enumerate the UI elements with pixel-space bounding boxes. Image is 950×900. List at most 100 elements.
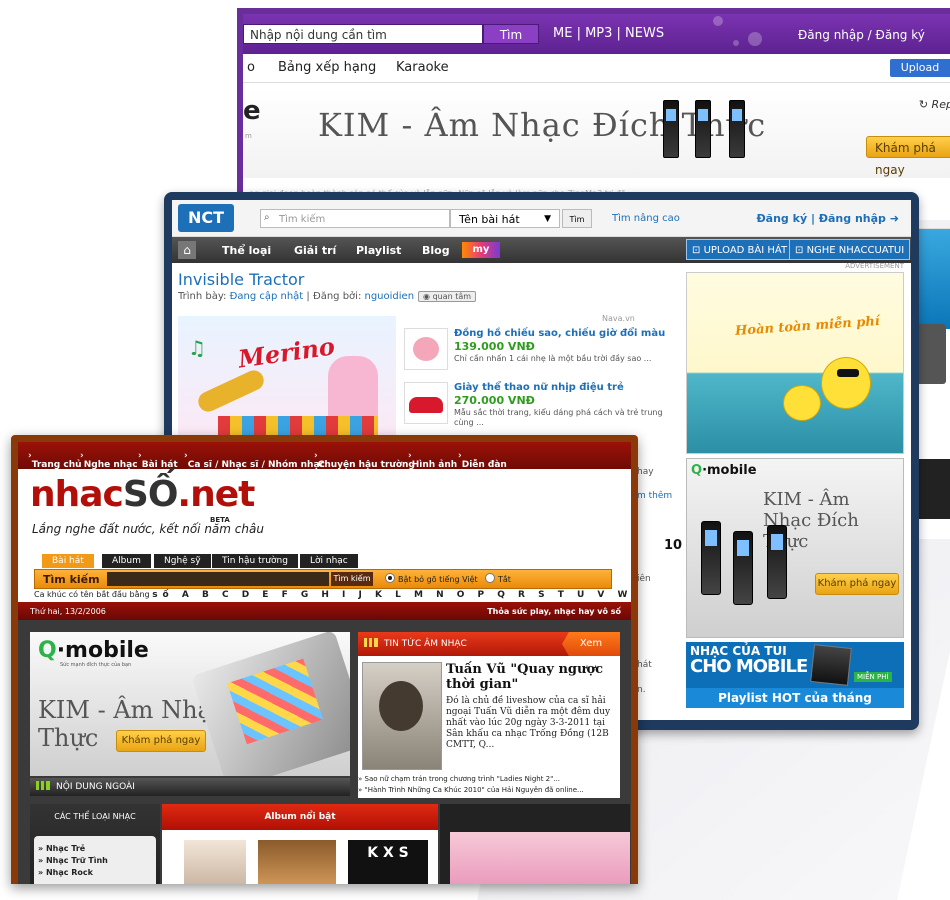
partial-link[interactable]: m thêm bbox=[637, 491, 672, 501]
product-price: 270.000 VNĐ bbox=[454, 394, 535, 407]
topnav-bai-hat[interactable]: › Bài hát bbox=[138, 451, 178, 470]
album-cover[interactable] bbox=[184, 840, 246, 884]
nct-login-link[interactable]: Đăng ký | Đăng nhập ➜ bbox=[756, 212, 899, 225]
zing-menu: o Bảng xếp hạng Karaoke Upload bbox=[243, 54, 950, 83]
nhacso-search-input[interactable] bbox=[107, 572, 329, 586]
news-more-button[interactable]: Xem bbox=[562, 632, 620, 656]
merino-ad[interactable]: ♫ Merino bbox=[178, 316, 396, 446]
product-title[interactable]: Giày thể thao nữ nhịp điệu trẻ bbox=[454, 382, 624, 393]
upload-label: UPLOAD BÀI HÁT bbox=[703, 245, 788, 256]
performer-link[interactable]: Đang cập nhật bbox=[230, 291, 304, 302]
category-item[interactable]: » Nhạc Trữ Tình bbox=[38, 856, 108, 865]
tab-loi-nhac[interactable]: Lời nhạc bbox=[300, 554, 358, 568]
zing-service-nav[interactable]: ME | MP3 | NEWS bbox=[553, 26, 664, 41]
topnav-ca-si[interactable]: › Ca sĩ / Nhạc sĩ / Nhóm nhạc bbox=[184, 451, 325, 470]
nav-playlist[interactable]: Playlist bbox=[356, 244, 401, 257]
tab-tin-hau-truong[interactable]: Tin hậu trường bbox=[212, 554, 298, 568]
zing-menu-partial[interactable]: o bbox=[247, 60, 255, 75]
tab-bai-hat[interactable]: Bài hát bbox=[42, 554, 94, 568]
upload-song-button[interactable]: ⊡ UPLOAD BÀI HÁT bbox=[686, 239, 794, 260]
phone-image bbox=[733, 531, 753, 605]
tab-album[interactable]: Album bbox=[102, 554, 151, 568]
radio-vietnamese-off[interactable]: Tắt bbox=[485, 573, 511, 584]
follow-button[interactable]: ◉ quan tâm bbox=[418, 291, 477, 302]
featured-albums-header: Album nổi bật bbox=[162, 804, 438, 830]
free-ad[interactable]: Hoàn toàn miễn phí bbox=[686, 272, 904, 454]
nhacso-body: Q·mobile Sức mạnh đích thực của bạn KIM … bbox=[18, 620, 631, 884]
listen-nct-button[interactable]: ⊡ NGHE NHACCUATUI bbox=[789, 239, 911, 260]
search-icon: ⌕ bbox=[264, 212, 270, 223]
menu-karaoke[interactable]: Karaoke bbox=[396, 60, 449, 75]
news-link[interactable]: » "Hành Trình Những Ca Khúc 2010" của Hả… bbox=[358, 786, 620, 794]
zing-search-input[interactable]: Nhập nội dung cần tìm bbox=[243, 24, 483, 44]
nct-mobile-line2: CHO MOBILE bbox=[690, 656, 808, 677]
merino-brand: Merino bbox=[236, 331, 337, 374]
zing-upload-button[interactable]: Upload bbox=[890, 59, 950, 77]
phone-image bbox=[695, 100, 711, 158]
product-thumbnail[interactable] bbox=[404, 382, 448, 424]
news-title[interactable]: Tuấn Vũ "Quay ngược thời gian" bbox=[446, 662, 618, 692]
nct-logo[interactable]: NCT bbox=[178, 204, 234, 232]
nav-blog[interactable]: Blog bbox=[422, 244, 450, 257]
nhacso-window: › Trang chủ › Nghe nhạc › Bài hát › Ca s… bbox=[11, 435, 638, 884]
zing-header: Nhập nội dung cần tìm Tìm ME | MP3 | NEW… bbox=[243, 14, 950, 54]
qmobile-banner[interactable]: Q·mobile Sức mạnh đích thực của bạn KIM … bbox=[30, 632, 350, 776]
nct-search-input[interactable]: Tìm kiếm bbox=[260, 209, 450, 228]
advanced-search-link[interactable]: Tìm nâng cao bbox=[612, 213, 680, 224]
phone-ad bbox=[916, 324, 946, 384]
qmobile-cta-button[interactable]: Khám phá ngay bbox=[815, 573, 899, 595]
artist-photo[interactable] bbox=[450, 832, 630, 884]
bubble-decoration bbox=[713, 16, 723, 26]
radio-vietnamese-on[interactable]: Bật bỏ gõ tiếng Việt bbox=[385, 573, 478, 584]
album-cover[interactable] bbox=[258, 840, 336, 884]
nav-my-button[interactable]: my bbox=[462, 242, 500, 258]
zing-login-link[interactable]: Đăng nhập / Đăng ký bbox=[798, 28, 925, 42]
partial-number: 10 bbox=[664, 538, 683, 553]
news-photo[interactable] bbox=[362, 662, 442, 770]
tab-nghe-sy[interactable]: Nghệ sỹ bbox=[154, 554, 211, 568]
uploader-link[interactable]: nguoidien bbox=[365, 291, 415, 302]
topnav-nghe-nhac[interactable]: › Nghe nhạc bbox=[80, 451, 138, 470]
nhacso-search-button[interactable]: Tìm kiếm bbox=[331, 572, 373, 586]
music-categories: CÁC THỂ LOẠI NHẠC » Nhạc Trẻ » Nhạc Trữ … bbox=[30, 804, 160, 884]
equalizer-icon bbox=[36, 781, 50, 790]
topnav-dien-dan[interactable]: › Diễn đàn bbox=[458, 451, 507, 470]
zing-kim-banner[interactable]: e m KIM - Âm Nhạc Đích Thực ↻ Repl Khám … bbox=[243, 88, 950, 178]
guitar-image bbox=[195, 367, 267, 415]
qmobile-cta-button[interactable]: Khám phá ngay bbox=[116, 730, 206, 752]
product-title[interactable]: Đồng hồ chiếu sao, chiếu giờ đổi màu bbox=[454, 328, 665, 339]
nhacso-logo[interactable]: nhacSỐ.net bbox=[30, 474, 255, 515]
nav-the-loai[interactable]: Thể loại bbox=[222, 244, 271, 257]
category-item[interactable]: » Nhạc Trẻ bbox=[38, 844, 85, 853]
nav-giai-tri[interactable]: Giải trí bbox=[294, 244, 336, 257]
topnav-chuyen-hau-truong[interactable]: › Chuyện hậu trường bbox=[314, 451, 415, 470]
hot-playlist-banner[interactable]: Playlist HOT của tháng bbox=[686, 688, 904, 708]
topnav-hinh-anh[interactable]: › Hình ảnh bbox=[408, 451, 457, 470]
nhacso-search-bar: Tìm kiếm Tìm kiếm Bật bỏ gõ tiếng Việt T… bbox=[34, 569, 612, 589]
performer-label: Trình bày: bbox=[178, 291, 230, 302]
home-icon[interactable]: ⌂ bbox=[178, 241, 196, 259]
qmobile-ad[interactable]: Q·mobile KIM - Âm Nhạc Đích Thực Khám ph… bbox=[686, 458, 904, 638]
zing-search-button[interactable]: Tìm bbox=[483, 24, 539, 44]
radio-label: Bật bỏ gõ tiếng Việt bbox=[398, 575, 478, 584]
product-thumbnail[interactable] bbox=[404, 328, 448, 370]
replay-link[interactable]: ↻ Repl bbox=[919, 98, 950, 111]
banner-cta-button[interactable]: Khám phá ngay bbox=[866, 136, 950, 177]
category-item[interactable]: » Nhạc Rock bbox=[38, 868, 93, 877]
topnav-trang-chu[interactable]: › Trang chủ bbox=[28, 451, 82, 470]
alphabet-filter[interactable]: Ca khúc có tên bắt đầu bằng số A B C D E… bbox=[34, 590, 631, 602]
login-label: Đăng ký | Đăng nhập bbox=[756, 212, 886, 225]
phone-image bbox=[701, 521, 721, 595]
nct-search-type-select[interactable]: Tên bài hát ▼ bbox=[450, 209, 560, 228]
date-bar-slogan: Thỏa sức play, nhạc hay vô số bbox=[487, 607, 621, 616]
nava-source: Nava.vn bbox=[602, 314, 635, 323]
alphabet-letters[interactable]: số A B C D E F G H I J K L M N O P Q R S… bbox=[152, 590, 631, 600]
uploader-label: | Đăng bởi: bbox=[303, 291, 365, 302]
nct-mobile-ad[interactable]: NHẠC CỦA TUI CHO MOBILE MIỄN PHÍ Playlis… bbox=[686, 642, 904, 708]
chick-image bbox=[783, 385, 821, 421]
album-cover[interactable]: K X S bbox=[348, 840, 428, 884]
menu-bang-xep-hang[interactable]: Bảng xếp hạng bbox=[278, 60, 376, 75]
radio-checked-icon bbox=[385, 573, 395, 583]
nct-search-button[interactable]: Tìm bbox=[562, 209, 592, 228]
news-link[interactable]: » Sao nữ chạm trán trong chương trình "L… bbox=[358, 775, 620, 783]
